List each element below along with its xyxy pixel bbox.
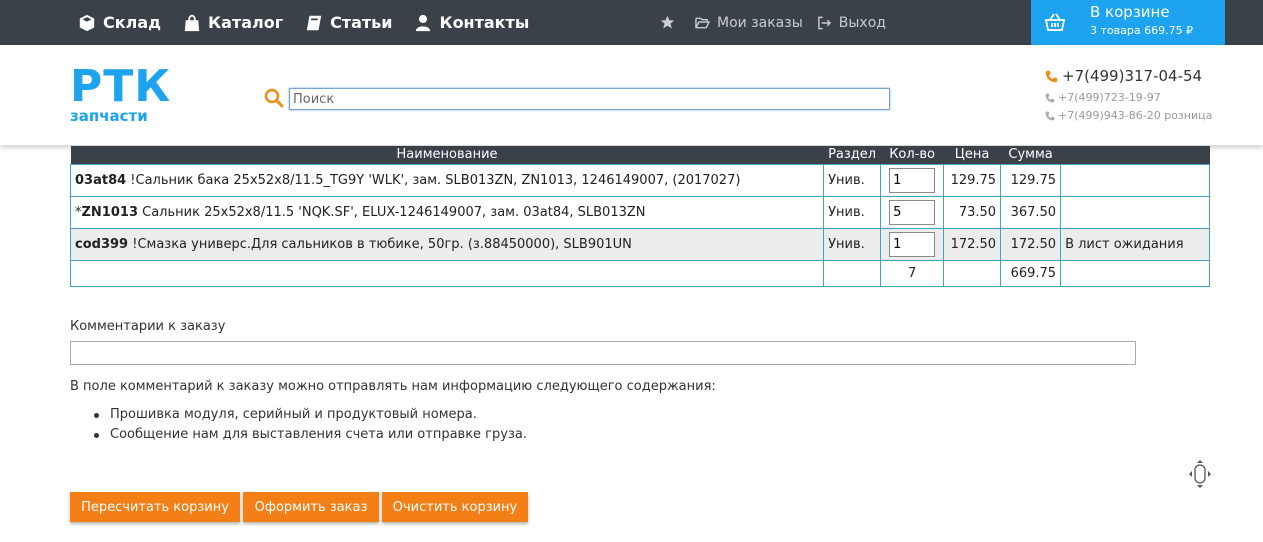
quantity-input[interactable] xyxy=(889,167,936,193)
sign-out-icon xyxy=(817,16,831,29)
item-sum: 367.50 xyxy=(1000,195,1062,229)
phone-second: +7(499)723-19-97 xyxy=(1045,91,1161,104)
header-price: Цена xyxy=(943,146,1001,164)
item-price: 73.50 xyxy=(943,195,1002,229)
scroll-cursor-icon xyxy=(1189,460,1211,488)
table-header-row: Наименование Раздел Кол-во Цена Сумма xyxy=(70,146,1210,164)
cart-widget[interactable]: В корзине 3 товара 669.75 ₽ xyxy=(1031,0,1225,45)
checkout-button[interactable]: Оформить заказ xyxy=(243,492,379,522)
logout-label: Выход xyxy=(838,14,886,31)
header-sum: Сумма xyxy=(1000,146,1061,164)
item-price: 129.75 xyxy=(943,163,1002,197)
phone-icon xyxy=(1045,70,1058,82)
list-item: Прошивка модуля, серийный и продуктовый … xyxy=(94,407,527,427)
cart-summary: 3 товара 669.75 ₽ xyxy=(1090,24,1194,37)
main-nav: Склад Каталог Статьи Контакты xyxy=(78,0,551,45)
item-description: Сальник 25x52x8/11.5 'NQK.SF', ELUX-1246… xyxy=(138,204,646,220)
nav-item-articles[interactable]: Статьи xyxy=(305,13,392,32)
my-orders-link[interactable]: Мои заказы xyxy=(695,15,803,31)
totals-row: 7 669.75 xyxy=(69,259,1210,287)
total-qty: 7 xyxy=(880,259,945,287)
nav-item-contacts[interactable]: Контакты xyxy=(414,13,529,32)
table-row: *ZN1013 Сальник 25x52x8/11.5 'NQK.SF', E… xyxy=(69,195,1210,229)
nav-item-label: Контакты xyxy=(439,13,530,32)
item-code: cod399 xyxy=(75,236,129,252)
nav-item-label: Статьи xyxy=(330,13,393,32)
logout-link[interactable]: Выход xyxy=(817,15,886,31)
nav-item-catalog[interactable]: Каталог xyxy=(183,13,283,32)
item-code: 03at84 xyxy=(75,172,127,188)
cart-title: В корзине xyxy=(1090,3,1170,21)
item-name-cell: cod399 !Смазка универс.Для сальников в т… xyxy=(69,227,825,261)
phone-third: +7(499)943-86-20 розница xyxy=(1045,109,1212,122)
header-extra xyxy=(1060,146,1210,164)
search-input[interactable] xyxy=(289,88,890,110)
table-row: 03at84 !Сальник бака 25x52x8/11.5_TG9Y '… xyxy=(69,163,1210,197)
comment-info: В поле комментарий к заказу можно отправ… xyxy=(70,379,716,394)
list-item: Сообщение нам для выставления счета или … xyxy=(94,427,527,447)
item-description: !Смазка универс.Для сальников в тюбике, … xyxy=(128,236,632,252)
cube-icon xyxy=(79,14,95,31)
item-qty-cell xyxy=(880,227,945,261)
item-sum: 172.50 xyxy=(1000,227,1062,261)
total-empty xyxy=(69,259,825,287)
book-icon xyxy=(306,15,322,30)
item-section: Унив. xyxy=(823,227,882,261)
item-price: 172.50 xyxy=(943,227,1002,261)
folder-open-icon xyxy=(695,17,710,28)
recalculate-cart-button[interactable]: Пересчитать корзину xyxy=(70,492,240,522)
nav-item-label: Склад xyxy=(103,13,162,32)
quantity-input[interactable] xyxy=(889,231,936,257)
user-nav: Мои заказы Выход xyxy=(660,0,900,45)
item-sum: 129.75 xyxy=(1000,163,1062,197)
item-qty-cell xyxy=(880,195,945,229)
user-icon xyxy=(416,14,431,31)
cart-table: Наименование Раздел Кол-во Цена Сумма 03… xyxy=(69,146,1210,287)
item-section: Унив. xyxy=(823,163,882,197)
comment-input[interactable] xyxy=(70,341,1136,365)
top-nav-bar: Склад Каталог Статьи Контакты Мои заказы… xyxy=(0,0,1263,45)
item-qty-cell xyxy=(880,163,945,197)
basket-icon xyxy=(1044,13,1066,31)
phone-main-number: +7(499)317-04-54 xyxy=(1062,67,1203,85)
logo[interactable]: РТК xyxy=(70,65,171,109)
phone-icon xyxy=(1045,111,1055,120)
nav-item-sklad[interactable]: Склад xyxy=(78,13,161,32)
total-empty xyxy=(823,259,882,287)
header-name: Наименование xyxy=(70,146,824,164)
item-name-cell: 03at84 !Сальник бака 25x52x8/11.5_TG9Y '… xyxy=(69,163,825,197)
comment-label: Комментарии к заказу xyxy=(70,319,226,334)
comment-bullets: Прошивка модуля, серийный и продуктовый … xyxy=(94,407,527,447)
phone-third-number: +7(499)943-86-20 розница xyxy=(1058,109,1213,122)
nav-item-label: Каталог xyxy=(208,13,284,32)
total-empty xyxy=(943,259,1002,287)
item-description: !Сальник бака 25x52x8/11.5_TG9Y 'WLK', з… xyxy=(126,172,741,188)
quantity-input[interactable] xyxy=(889,199,936,225)
total-empty xyxy=(1060,259,1210,287)
item-name-cell: *ZN1013 Сальник 25x52x8/11.5 'NQK.SF', E… xyxy=(69,195,825,229)
item-note xyxy=(1060,163,1210,197)
star-icon[interactable] xyxy=(660,15,675,30)
phone-second-number: +7(499)723-19-97 xyxy=(1058,91,1161,104)
clear-cart-button[interactable]: Очистить корзину xyxy=(382,492,528,522)
header-qty: Кол-во xyxy=(880,146,944,164)
header-section: Раздел xyxy=(823,146,881,164)
table-row: cod399 !Смазка универс.Для сальников в т… xyxy=(69,227,1210,261)
my-orders-label: Мои заказы xyxy=(717,14,803,31)
item-code: ZN1013 xyxy=(81,204,139,220)
total-sum: 669.75 xyxy=(1000,259,1062,287)
search-icon xyxy=(264,88,284,108)
shopping-bag-icon xyxy=(184,14,200,31)
logo-subtitle: запчасти xyxy=(70,107,148,125)
phone-icon xyxy=(1045,93,1055,102)
phone-main: +7(499)317-04-54 xyxy=(1045,67,1202,85)
item-section: Унив. xyxy=(823,195,882,229)
waitlist-link[interactable]: В лист ожидания xyxy=(1060,227,1210,261)
item-note xyxy=(1060,195,1210,229)
site-header: РТК запчасти +7(499)317-04-54 +7(499)723… xyxy=(0,45,1263,145)
